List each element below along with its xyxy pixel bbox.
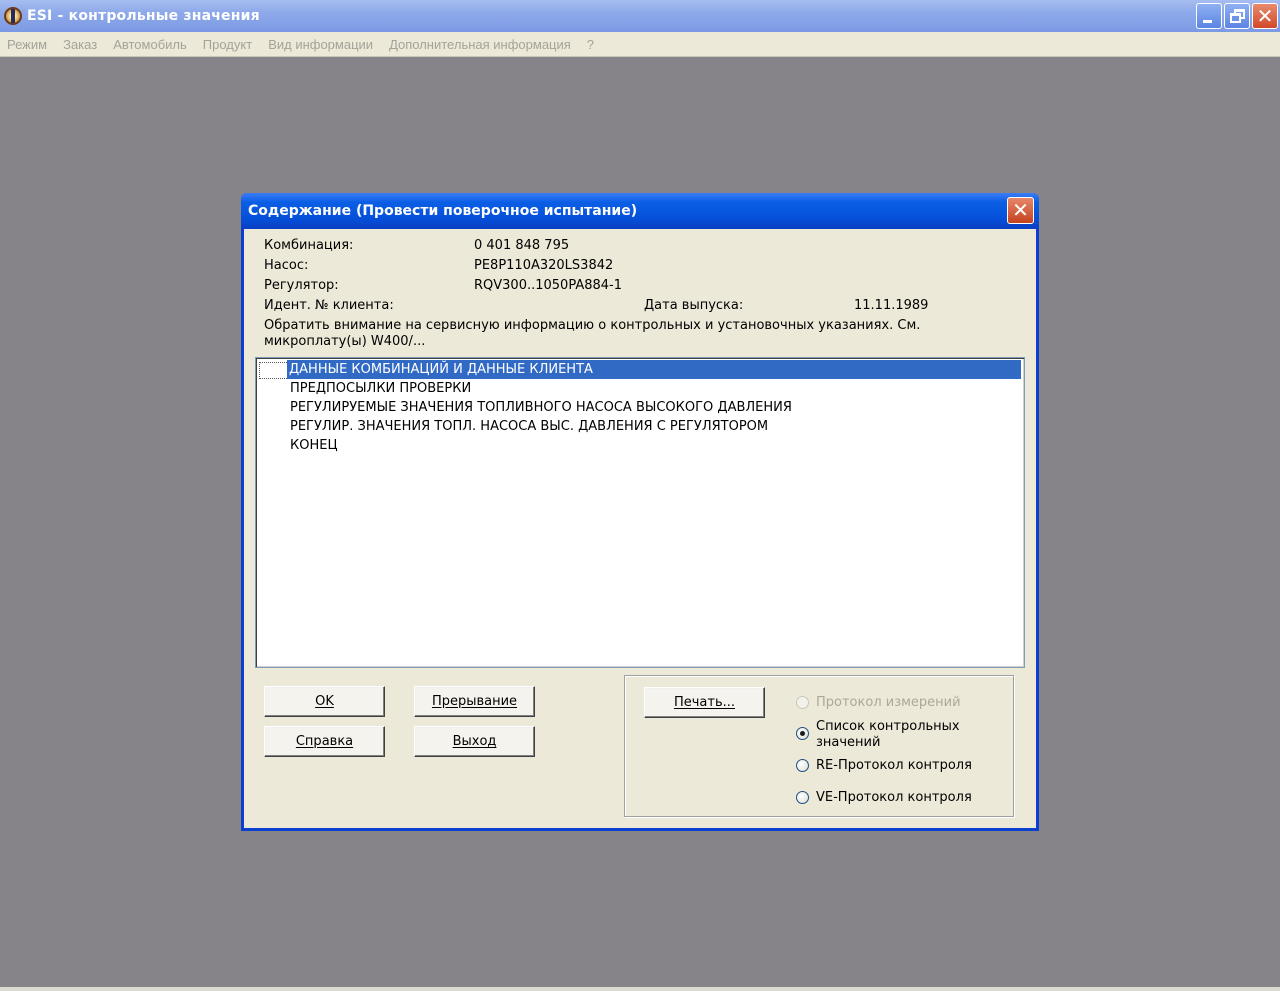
notice-text-line1: Обратить внимание на сервисную информаци… (264, 318, 921, 333)
control-list-label-line2: значений (816, 735, 881, 750)
regulator-label: Регулятор: (264, 278, 339, 293)
radio-control-list[interactable] (796, 727, 809, 740)
app-icon (3, 6, 23, 26)
status-strip (0, 987, 1280, 991)
ok-button-label: OK (315, 694, 334, 709)
minimize-button[interactable] (1196, 3, 1222, 29)
menu-help[interactable]: ? (587, 37, 594, 52)
print-button[interactable]: Печать... (644, 687, 765, 718)
menu-bar: Режим Заказ Автомобиль Продукт Вид инфор… (0, 32, 1280, 57)
menu-vehicle[interactable]: Автомобиль (113, 37, 187, 52)
list-item[interactable]: РЕГУЛИРУЕМЫЕ ЗНАЧЕНИЯ ТОПЛИВНОГО НАСОСА … (288, 398, 792, 417)
focus-marker (259, 362, 289, 379)
exit-button-label: Выход (452, 734, 497, 749)
release-date-label: Дата выпуска: (644, 298, 744, 313)
control-list-label-line1: Список контрольных (816, 719, 960, 734)
minimize-icon (1203, 20, 1212, 23)
close-window-button[interactable]: ✕ (1252, 3, 1278, 29)
help-button-label: Справка (295, 734, 354, 749)
restore-button[interactable] (1224, 3, 1250, 29)
pump-value: PE8P110A320LS3842 (474, 258, 614, 273)
radio-measure-protocol (796, 696, 809, 709)
close-icon: ✕ (1012, 198, 1029, 222)
menu-product[interactable]: Продукт (203, 37, 252, 52)
pump-label: Насос: (264, 258, 309, 273)
contents-dialog: Содержание (Провести поверочное испытани… (241, 193, 1039, 831)
window-title: ESI - контрольные значения (27, 8, 260, 24)
notice-text-line2: микроплату(ы) W400/... (264, 334, 426, 349)
re-protocol-label: RE-Протокол контроля (816, 758, 972, 773)
exit-button[interactable]: Выход (414, 726, 535, 757)
release-date-value: 11.11.1989 (854, 298, 929, 313)
dialog-close-button[interactable]: ✕ (1007, 197, 1034, 224)
combination-label: Комбинация: (264, 238, 354, 253)
restore-icon (1230, 13, 1241, 23)
window-titlebar: ESI - контрольные значения ✕ (0, 0, 1280, 32)
list-item[interactable]: ДАННЫЕ КОМБИНАЦИЙ И ДАННЫЕ КЛИЕНТА (287, 360, 1021, 379)
menu-additional-info[interactable]: Дополнительная информация (389, 37, 571, 52)
abort-button-label: Прерывание (431, 694, 518, 709)
list-item[interactable]: ПРЕДПОСЫЛКИ ПРОВЕРКИ (288, 379, 471, 398)
client-id-label: Идент. № клиента: (264, 298, 394, 313)
print-options-group: Печать... Протокол измерений Список конт… (624, 675, 1014, 817)
regulator-value: RQV300..1050PA884-1 (474, 278, 622, 293)
list-item[interactable]: КОНЕЦ (288, 436, 338, 455)
menu-info-type[interactable]: Вид информации (268, 37, 373, 52)
combination-value: 0 401 848 795 (474, 238, 570, 253)
ve-protocol-label: VE-Протокол контроля (816, 790, 972, 805)
abort-button[interactable]: Прерывание (414, 686, 535, 717)
ok-button[interactable]: OK (264, 686, 385, 717)
dialog-titlebar: Содержание (Провести поверочное испытани… (241, 193, 1039, 229)
dialog-body: Комбинация: 0 401 848 795 Насос: PE8P110… (244, 229, 1036, 828)
dialog-title: Содержание (Провести поверочное испытани… (248, 203, 638, 219)
radio-re-protocol[interactable] (796, 759, 809, 772)
menu-mode[interactable]: Режим (7, 37, 47, 52)
measure-protocol-label: Протокол измерений (816, 695, 961, 710)
close-icon: ✕ (1256, 4, 1274, 28)
menu-order[interactable]: Заказ (63, 37, 97, 52)
list-item[interactable]: РЕГУЛИР. ЗНАЧЕНИЯ ТОПЛ. НАСОСА ВЫС. ДАВЛ… (288, 417, 768, 436)
contents-listbox[interactable]: ДАННЫЕ КОМБИНАЦИЙ И ДАННЫЕ КЛИЕНТА ПРЕДП… (255, 357, 1025, 668)
radio-ve-protocol[interactable] (796, 791, 809, 804)
print-button-label: Печать... (673, 695, 736, 710)
help-button[interactable]: Справка (264, 726, 385, 757)
